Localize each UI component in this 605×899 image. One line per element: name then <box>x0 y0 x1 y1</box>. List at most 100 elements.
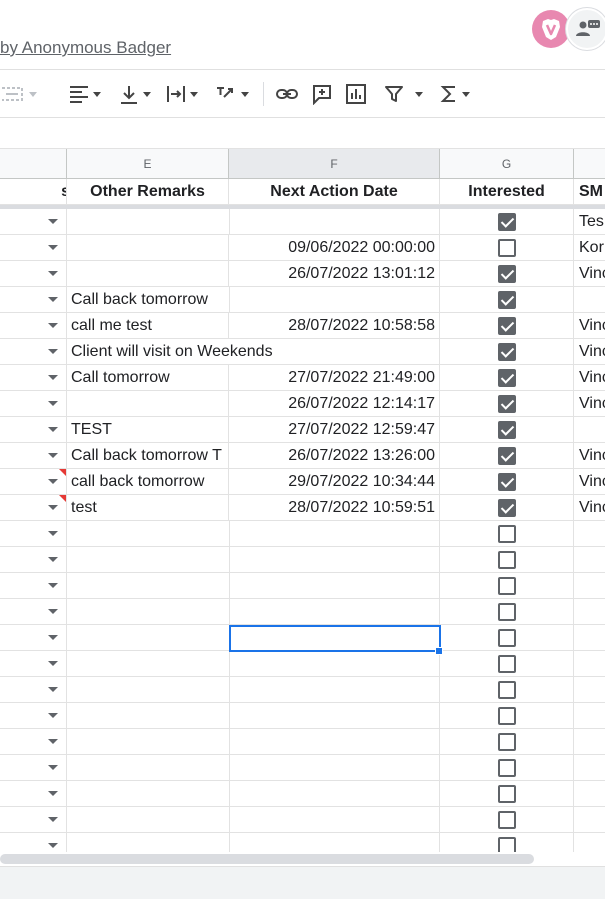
dropdown-arrow-icon[interactable] <box>48 791 58 796</box>
other-remarks-cell[interactable]: call me test <box>67 313 229 339</box>
column-header-g[interactable]: G <box>440 149 574 179</box>
other-remarks-cell[interactable] <box>67 807 229 833</box>
sm-cell[interactable] <box>574 547 605 573</box>
status-dropdown-cell[interactable] <box>0 729 67 755</box>
other-remarks-cell[interactable]: Call back tomorrow <box>67 287 229 313</box>
interested-checkbox[interactable] <box>498 733 516 751</box>
other-remarks-cell[interactable]: Client will visit on Weekends <box>67 339 273 365</box>
next-action-date-cell[interactable]: 26/07/2022 12:14:17 <box>229 391 440 417</box>
fill-handle[interactable] <box>435 647 443 655</box>
dropdown-arrow-icon[interactable] <box>48 661 58 666</box>
dropdown-arrow-icon[interactable] <box>48 843 58 848</box>
sm-cell[interactable] <box>574 755 605 781</box>
interested-checkbox[interactable] <box>498 395 516 413</box>
status-dropdown-cell[interactable] <box>0 339 67 365</box>
last-edit-link[interactable]: by Anonymous Badger <box>0 38 171 58</box>
note-indicator-icon[interactable] <box>59 495 66 502</box>
dropdown-arrow-icon[interactable] <box>48 765 58 770</box>
status-dropdown-cell[interactable] <box>0 521 67 547</box>
sm-cell[interactable]: Vinc <box>574 469 605 495</box>
next-action-date-cell[interactable]: 09/06/2022 00:00:00 <box>229 235 440 261</box>
interested-checkbox[interactable] <box>498 421 516 439</box>
formula-bar[interactable] <box>0 118 605 149</box>
next-action-date-cell[interactable]: 26/07/2022 13:01:12 <box>229 261 440 287</box>
status-dropdown-cell[interactable] <box>0 703 67 729</box>
dropdown-arrow-icon[interactable] <box>48 271 58 276</box>
dropdown-arrow-icon[interactable] <box>48 557 58 562</box>
status-dropdown-cell[interactable] <box>0 625 67 651</box>
dropdown-arrow-icon[interactable] <box>48 635 58 640</box>
status-dropdown-cell[interactable] <box>0 365 67 391</box>
status-dropdown-cell[interactable] <box>0 313 67 339</box>
dropdown-arrow-icon[interactable] <box>48 453 58 458</box>
other-remarks-cell[interactable] <box>67 651 229 677</box>
brave-lion-icon[interactable] <box>532 10 570 48</box>
dropdown-arrow-icon[interactable] <box>48 245 58 250</box>
next-action-date-cell[interactable] <box>229 573 440 599</box>
other-remarks-cell[interactable]: TEST <box>67 417 229 443</box>
status-dropdown-cell[interactable] <box>0 833 67 852</box>
interested-checkbox[interactable] <box>498 525 516 543</box>
column-header-d[interactable] <box>0 149 67 179</box>
sm-cell[interactable]: Vinc <box>574 495 605 521</box>
next-action-date-cell[interactable]: 27/07/2022 21:49:00 <box>229 365 440 391</box>
header-cell-interested[interactable]: Interested <box>440 179 574 205</box>
text-wrap-icon[interactable] <box>165 82 198 106</box>
sm-cell[interactable] <box>574 807 605 833</box>
status-dropdown-cell[interactable] <box>0 443 67 469</box>
next-action-date-cell[interactable]: 29/07/2022 10:34:44 <box>229 469 440 495</box>
interested-checkbox[interactable] <box>498 551 516 569</box>
status-dropdown-cell[interactable] <box>0 417 67 443</box>
interested-checkbox[interactable] <box>498 759 516 777</box>
status-dropdown-cell[interactable] <box>0 209 67 235</box>
interested-checkbox[interactable] <box>498 837 516 852</box>
functions-icon[interactable] <box>439 82 470 106</box>
interested-checkbox[interactable] <box>498 473 516 491</box>
header-cell-other-remarks[interactable]: Other Remarks <box>67 179 229 205</box>
other-remarks-cell[interactable]: call back tomorrow <box>67 469 229 495</box>
other-remarks-cell[interactable] <box>67 729 229 755</box>
other-remarks-cell[interactable] <box>67 547 229 573</box>
sm-cell[interactable] <box>574 417 605 443</box>
sm-cell[interactable] <box>574 287 605 313</box>
dropdown-arrow-icon[interactable] <box>48 609 58 614</box>
other-remarks-cell[interactable] <box>67 833 229 852</box>
selected-cell[interactable] <box>229 625 441 652</box>
dropdown-arrow-icon[interactable] <box>48 349 58 354</box>
dropdown-arrow-icon[interactable] <box>48 531 58 536</box>
interested-checkbox[interactable] <box>498 265 516 283</box>
insert-comment-icon[interactable] <box>311 82 333 106</box>
next-action-date-cell[interactable] <box>229 209 440 235</box>
other-remarks-cell[interactable] <box>67 625 229 651</box>
sm-cell[interactable]: Vinc <box>574 261 605 287</box>
dropdown-arrow-icon[interactable] <box>48 401 58 406</box>
sm-cell[interactable]: Vinc <box>574 313 605 339</box>
sm-cell[interactable] <box>574 625 605 651</box>
vertical-align-icon[interactable] <box>118 82 151 106</box>
status-dropdown-cell[interactable] <box>0 287 67 313</box>
next-action-date-cell[interactable] <box>229 521 440 547</box>
status-dropdown-cell[interactable] <box>0 599 67 625</box>
interested-checkbox[interactable] <box>498 369 516 387</box>
next-action-date-cell[interactable] <box>229 677 440 703</box>
next-action-date-cell[interactable] <box>229 807 440 833</box>
other-remarks-cell[interactable] <box>67 599 229 625</box>
merge-cells-icon[interactable] <box>0 82 37 106</box>
scrollbar-thumb[interactable] <box>0 854 534 864</box>
next-action-date-cell[interactable] <box>229 781 440 807</box>
sm-cell[interactable]: Vinc <box>574 391 605 417</box>
status-dropdown-cell[interactable] <box>0 469 67 495</box>
status-dropdown-cell[interactable] <box>0 495 67 521</box>
next-action-date-cell[interactable] <box>229 287 440 313</box>
filter-icon[interactable] <box>383 82 423 106</box>
dropdown-arrow-icon[interactable] <box>48 375 58 380</box>
sm-cell[interactable] <box>574 833 605 852</box>
other-remarks-cell[interactable]: Call tomorrow <box>67 365 229 391</box>
next-action-date-cell[interactable] <box>229 599 440 625</box>
next-action-date-cell[interactable] <box>229 755 440 781</box>
sm-cell[interactable] <box>574 521 605 547</box>
other-remarks-cell[interactable] <box>67 521 229 547</box>
header-cell-d[interactable]: s <box>0 179 67 205</box>
dropdown-arrow-icon[interactable] <box>48 479 58 484</box>
status-dropdown-cell[interactable] <box>0 547 67 573</box>
